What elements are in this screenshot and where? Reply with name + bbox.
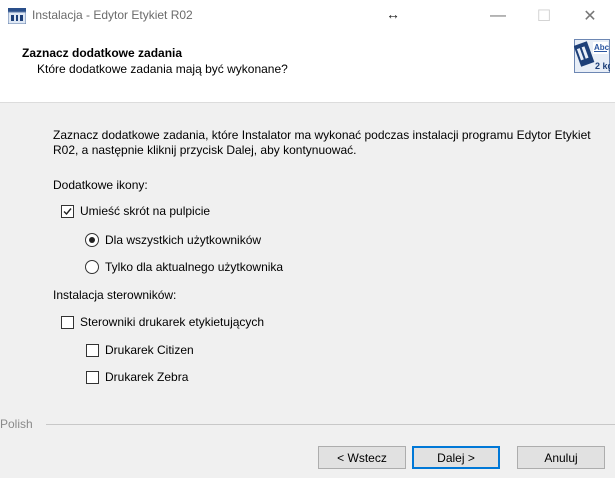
checkbox-unchecked-icon <box>86 343 99 357</box>
next-button[interactable]: Dalej > <box>412 446 500 469</box>
app-icon <box>8 8 26 24</box>
title-bar: Instalacja - Edytor Etykiet R02 ↔ — ☐ ✕ <box>0 0 615 32</box>
current-user-radio[interactable]: Tylko dla aktualnego użytkownika <box>85 260 283 274</box>
citizen-printers-label: Drukarek Citizen <box>105 343 194 357</box>
citizen-printers-checkbox[interactable]: Drukarek Citizen <box>86 343 194 357</box>
icons-section-label: Dodatkowe ikony: <box>53 178 148 192</box>
task-description: Zaznacz dodatkowe zadania, które Instala… <box>53 128 591 157</box>
radio-selected-icon <box>85 233 99 247</box>
drivers-section-label: Instalacja sterowników: <box>53 288 177 302</box>
cancel-button[interactable]: Anuluj <box>517 446 605 469</box>
logo-text-bottom: 2 kg <box>595 61 610 71</box>
resize-icon: ↔ <box>386 6 400 22</box>
zebra-printers-checkbox[interactable]: Drukarek Zebra <box>86 370 188 384</box>
logo-text-top: Abc <box>594 43 610 52</box>
checkbox-unchecked-icon <box>61 315 74 329</box>
label-printer-drivers-checkbox[interactable]: Sterowniki drukarek etykietujących <box>61 315 264 329</box>
page-title: Zaznacz dodatkowe zadania <box>22 46 183 60</box>
close-icon: ✕ <box>583 8 597 25</box>
minimize-button[interactable]: — <box>475 0 521 32</box>
all-users-label: Dla wszystkich użytkowników <box>105 233 262 247</box>
minimize-icon: — <box>490 7 506 24</box>
maximize-button[interactable]: ☐ <box>521 0 567 32</box>
label-editor-logo-icon: Abc 2 kg <box>574 39 610 73</box>
checkbox-unchecked-icon <box>86 370 99 384</box>
page-subtitle: Które dodatkowe zadania mają być wykonan… <box>37 62 288 76</box>
label-printer-drivers-label: Sterowniki drukarek etykietujących <box>80 315 265 329</box>
back-button[interactable]: < Wstecz <box>318 446 406 469</box>
maximize-icon: ☐ <box>536 8 552 25</box>
window-title: Instalacja - Edytor Etykiet R02 <box>32 8 193 22</box>
radio-unselected-icon <box>85 260 99 274</box>
all-users-radio[interactable]: Dla wszystkich użytkowników <box>85 233 261 247</box>
close-button[interactable]: ✕ <box>567 0 613 32</box>
desktop-shortcut-checkbox[interactable]: Umieść skrót na pulpicie <box>61 204 210 218</box>
checkbox-checked-icon <box>61 204 74 218</box>
current-user-label: Tylko dla aktualnego użytkownika <box>105 260 284 274</box>
wizard-header: Zaznacz dodatkowe zadania Które dodatkow… <box>0 32 615 103</box>
zebra-printers-label: Drukarek Zebra <box>105 370 189 384</box>
language-label: Polish <box>0 417 39 431</box>
desktop-shortcut-label: Umieść skrót na pulpicie <box>80 204 211 218</box>
footer-divider <box>46 424 615 425</box>
wizard-content: Zaznacz dodatkowe zadania, które Instala… <box>0 103 615 478</box>
